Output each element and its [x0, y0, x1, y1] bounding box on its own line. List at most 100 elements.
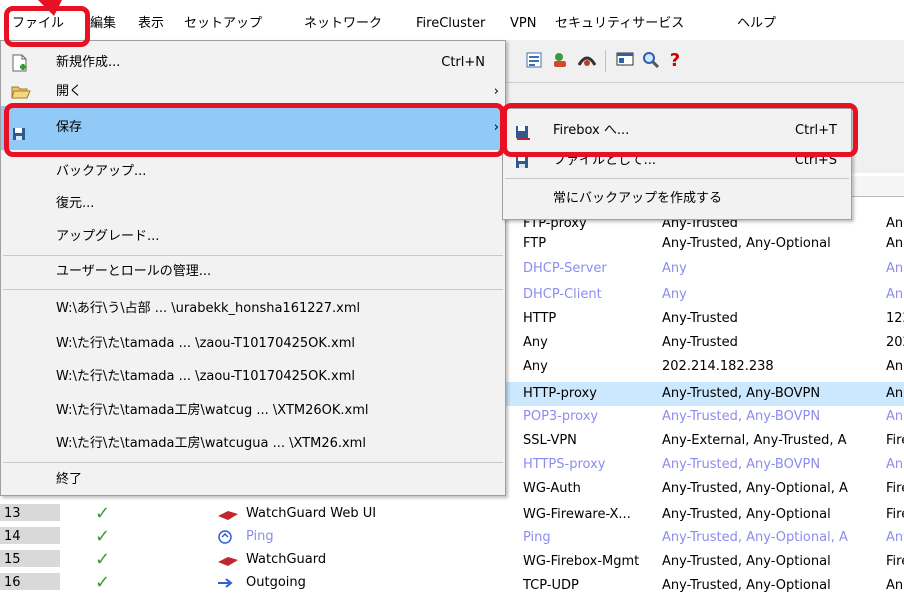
policy-from: Any-Trusted, Any-BOVPN	[662, 457, 821, 472]
users-icon[interactable]	[551, 51, 571, 71]
policy-to: An	[886, 386, 904, 401]
menu-item-label: 終了	[56, 472, 83, 487]
menu-network[interactable]: ネットワーク	[304, 14, 382, 34]
toolbar: ?	[505, 40, 904, 82]
menu-setup[interactable]: セットアップ	[184, 14, 262, 34]
policy-from: Any-Trusted, Any-Optional	[662, 507, 831, 522]
policy-row[interactable]: WG-Fireware-X... Any-Trusted, Any-Option…	[505, 503, 904, 527]
menu-item-recent-file[interactable]: W:\た行\た\tamada工房\watcugua ... \XTM26.xml	[1, 428, 505, 460]
policy-row[interactable]: HTTPS-proxy Any-Trusted, Any-BOVPN An	[505, 453, 904, 477]
help-icon[interactable]: ?	[665, 51, 685, 71]
policy-from: Any-Trusted, Any-Optional	[662, 578, 831, 593]
policy-from: 202.214.182.238	[662, 359, 774, 374]
policy-from: Any-Trusted, Any-BOVPN	[662, 409, 821, 424]
policy-to: An	[886, 578, 904, 593]
policy-row[interactable]: Any 202.214.182.238 An	[505, 355, 904, 379]
policy-row[interactable]: SSL-VPN Any-External, Any-Trusted, A Fir…	[505, 429, 904, 453]
policy-name: HTTP	[523, 311, 557, 326]
firebox-icon	[217, 554, 239, 566]
policy-from: Any-Trusted, Any-Optional, A	[662, 530, 848, 545]
policy-name: HTTPS-proxy	[523, 457, 606, 472]
menu-item-recent-file[interactable]: W:\た行\た\tamada ... \zaou-T10170425OK.xml	[1, 328, 505, 360]
policy-to: An	[886, 457, 904, 472]
highlight-box-firebox-item	[502, 103, 858, 157]
policy-row[interactable]: DHCP-Client Any An	[505, 283, 904, 307]
policy-to: An	[886, 287, 904, 302]
policy-to: An	[886, 236, 904, 251]
policy-to: Fire	[886, 507, 904, 522]
menu-item-open[interactable]: 開く ›	[1, 80, 505, 104]
policy-from: Any-Trusted, Any-Optional	[662, 236, 831, 251]
menu-item-upgrade[interactable]: アップグレード...	[1, 219, 505, 255]
vpn-icon[interactable]	[577, 51, 597, 71]
policy-row-left[interactable]: 16 ✓ Outgoing	[0, 573, 504, 593]
policy-name: SSL-VPN	[523, 433, 577, 448]
row-number: 14	[0, 527, 60, 545]
menu-item-label: 復元...	[56, 196, 95, 211]
policy-row[interactable]: FTP Any-Trusted, Any-Optional An	[505, 232, 904, 256]
menu-item-label: 開く	[56, 84, 83, 99]
menu-edit[interactable]: 編集	[90, 14, 116, 34]
menu-item-label: W:\た行\た\tamada ... \zaou-T10170425OK.xml	[56, 369, 356, 384]
menu-security-services[interactable]: セキュリティサービス	[555, 14, 684, 34]
menu-item-recent-file[interactable]: W:\た行\た\tamada工房\watcug ... \XTM26OK.xml	[1, 395, 505, 427]
folder-open-icon	[11, 83, 31, 103]
policy-row[interactable]: HTTP Any-Trusted 122	[505, 307, 904, 331]
menu-view[interactable]: 表示	[138, 14, 164, 34]
policy-row[interactable]: Ping Any-Trusted, Any-Optional, A Any	[505, 526, 904, 550]
policy-name: TCP-UDP	[523, 578, 579, 593]
policy-row[interactable]: WG-Firebox-Mgmt Any-Trusted, Any-Optiona…	[505, 550, 904, 574]
menu-item-exit[interactable]: 終了	[1, 465, 505, 495]
menu-item-new[interactable]: 新規作成... Ctrl+N	[1, 50, 505, 76]
row-number: 13	[0, 504, 60, 522]
policy-row-selected[interactable]: HTTP-proxy Any-Trusted, Any-BOVPN An	[505, 382, 904, 406]
policy-row[interactable]: Any Any-Trusted 202	[505, 331, 904, 355]
menu-item-label: W:\あ行\う\占部 ... \urabekk_honsha161227.xml	[56, 301, 361, 316]
policy-row[interactable]: WG-Auth Any-Trusted, Any-Optional, A Fir…	[505, 477, 904, 501]
window-icon[interactable]	[615, 51, 635, 71]
policy-to: 202	[886, 335, 904, 350]
menu-item-users-roles[interactable]: ユーザーとロールの管理...	[1, 256, 505, 288]
menu-item-label: アップグレード...	[56, 229, 160, 244]
menu-item-recent-file[interactable]: W:\あ行\う\占部 ... \urabekk_honsha161227.xml	[1, 293, 505, 325]
menu-item-shortcut: Ctrl+N	[441, 55, 485, 70]
policy-name: Any	[523, 359, 548, 374]
menu-item-backup[interactable]: バックアップ...	[1, 154, 505, 190]
policy-row[interactable]: POP3-proxy Any-Trusted, Any-BOVPN An	[505, 405, 904, 429]
menu-separator	[505, 178, 849, 179]
policy-from: Any	[662, 287, 687, 302]
menu-vpn[interactable]: VPN	[510, 14, 536, 34]
policy-left-name: WatchGuard	[246, 552, 327, 567]
policy-from: Any-Trusted, Any-Optional	[662, 554, 831, 569]
policy-name: WG-Fireware-X...	[523, 507, 631, 522]
policy-from: Any-Trusted, Any-Optional, A	[662, 481, 848, 496]
policy-row-left[interactable]: 15 ✓ WatchGuard	[0, 550, 504, 570]
highlight-box-save-item	[4, 103, 505, 157]
policy-left-name: Outgoing	[246, 575, 306, 590]
policy-name: POP3-proxy	[523, 409, 599, 424]
policy-row-left[interactable]: 14 ✓ Ping	[0, 527, 504, 547]
policy-name: WG-Firebox-Mgmt	[523, 554, 640, 569]
policy-name: FTP	[523, 236, 547, 251]
policy-row[interactable]: DHCP-Server Any An	[505, 257, 904, 281]
menu-item-label: 新規作成...	[56, 55, 121, 70]
policy-to: Any	[886, 530, 904, 545]
menu-item-restore[interactable]: 復元...	[1, 189, 505, 219]
policy-name: DHCP-Server	[523, 261, 607, 276]
policy-name: Any	[523, 335, 548, 350]
menu-separator	[3, 462, 503, 463]
outgoing-icon	[217, 576, 235, 588]
menu-item-label: W:\た行\た\tamada ... \zaou-T10170425OK.xml	[56, 336, 356, 351]
policy-row-left[interactable]: 13 ✓ WatchGuard Web UI	[0, 504, 504, 524]
policy-row[interactable]: TCP-UDP Any-Trusted, Any-Optional An	[505, 574, 904, 598]
menu-item-label: バックアップ...	[56, 164, 147, 179]
column-header[interactable]	[849, 176, 904, 197]
policy-list-icon[interactable]	[525, 51, 545, 71]
check-icon: ✓	[95, 549, 111, 570]
search-icon[interactable]	[641, 51, 661, 71]
menu-help[interactable]: ヘルプ	[737, 14, 776, 34]
menu-item-recent-file[interactable]: W:\た行\た\tamada ... \zaou-T10170425OK.xml	[1, 361, 505, 393]
menu-firecluster[interactable]: FireCluster	[416, 14, 485, 34]
submenu-item-always-backup[interactable]: 常にバックアップを作成する	[503, 185, 851, 213]
policy-to: 122	[886, 311, 904, 326]
